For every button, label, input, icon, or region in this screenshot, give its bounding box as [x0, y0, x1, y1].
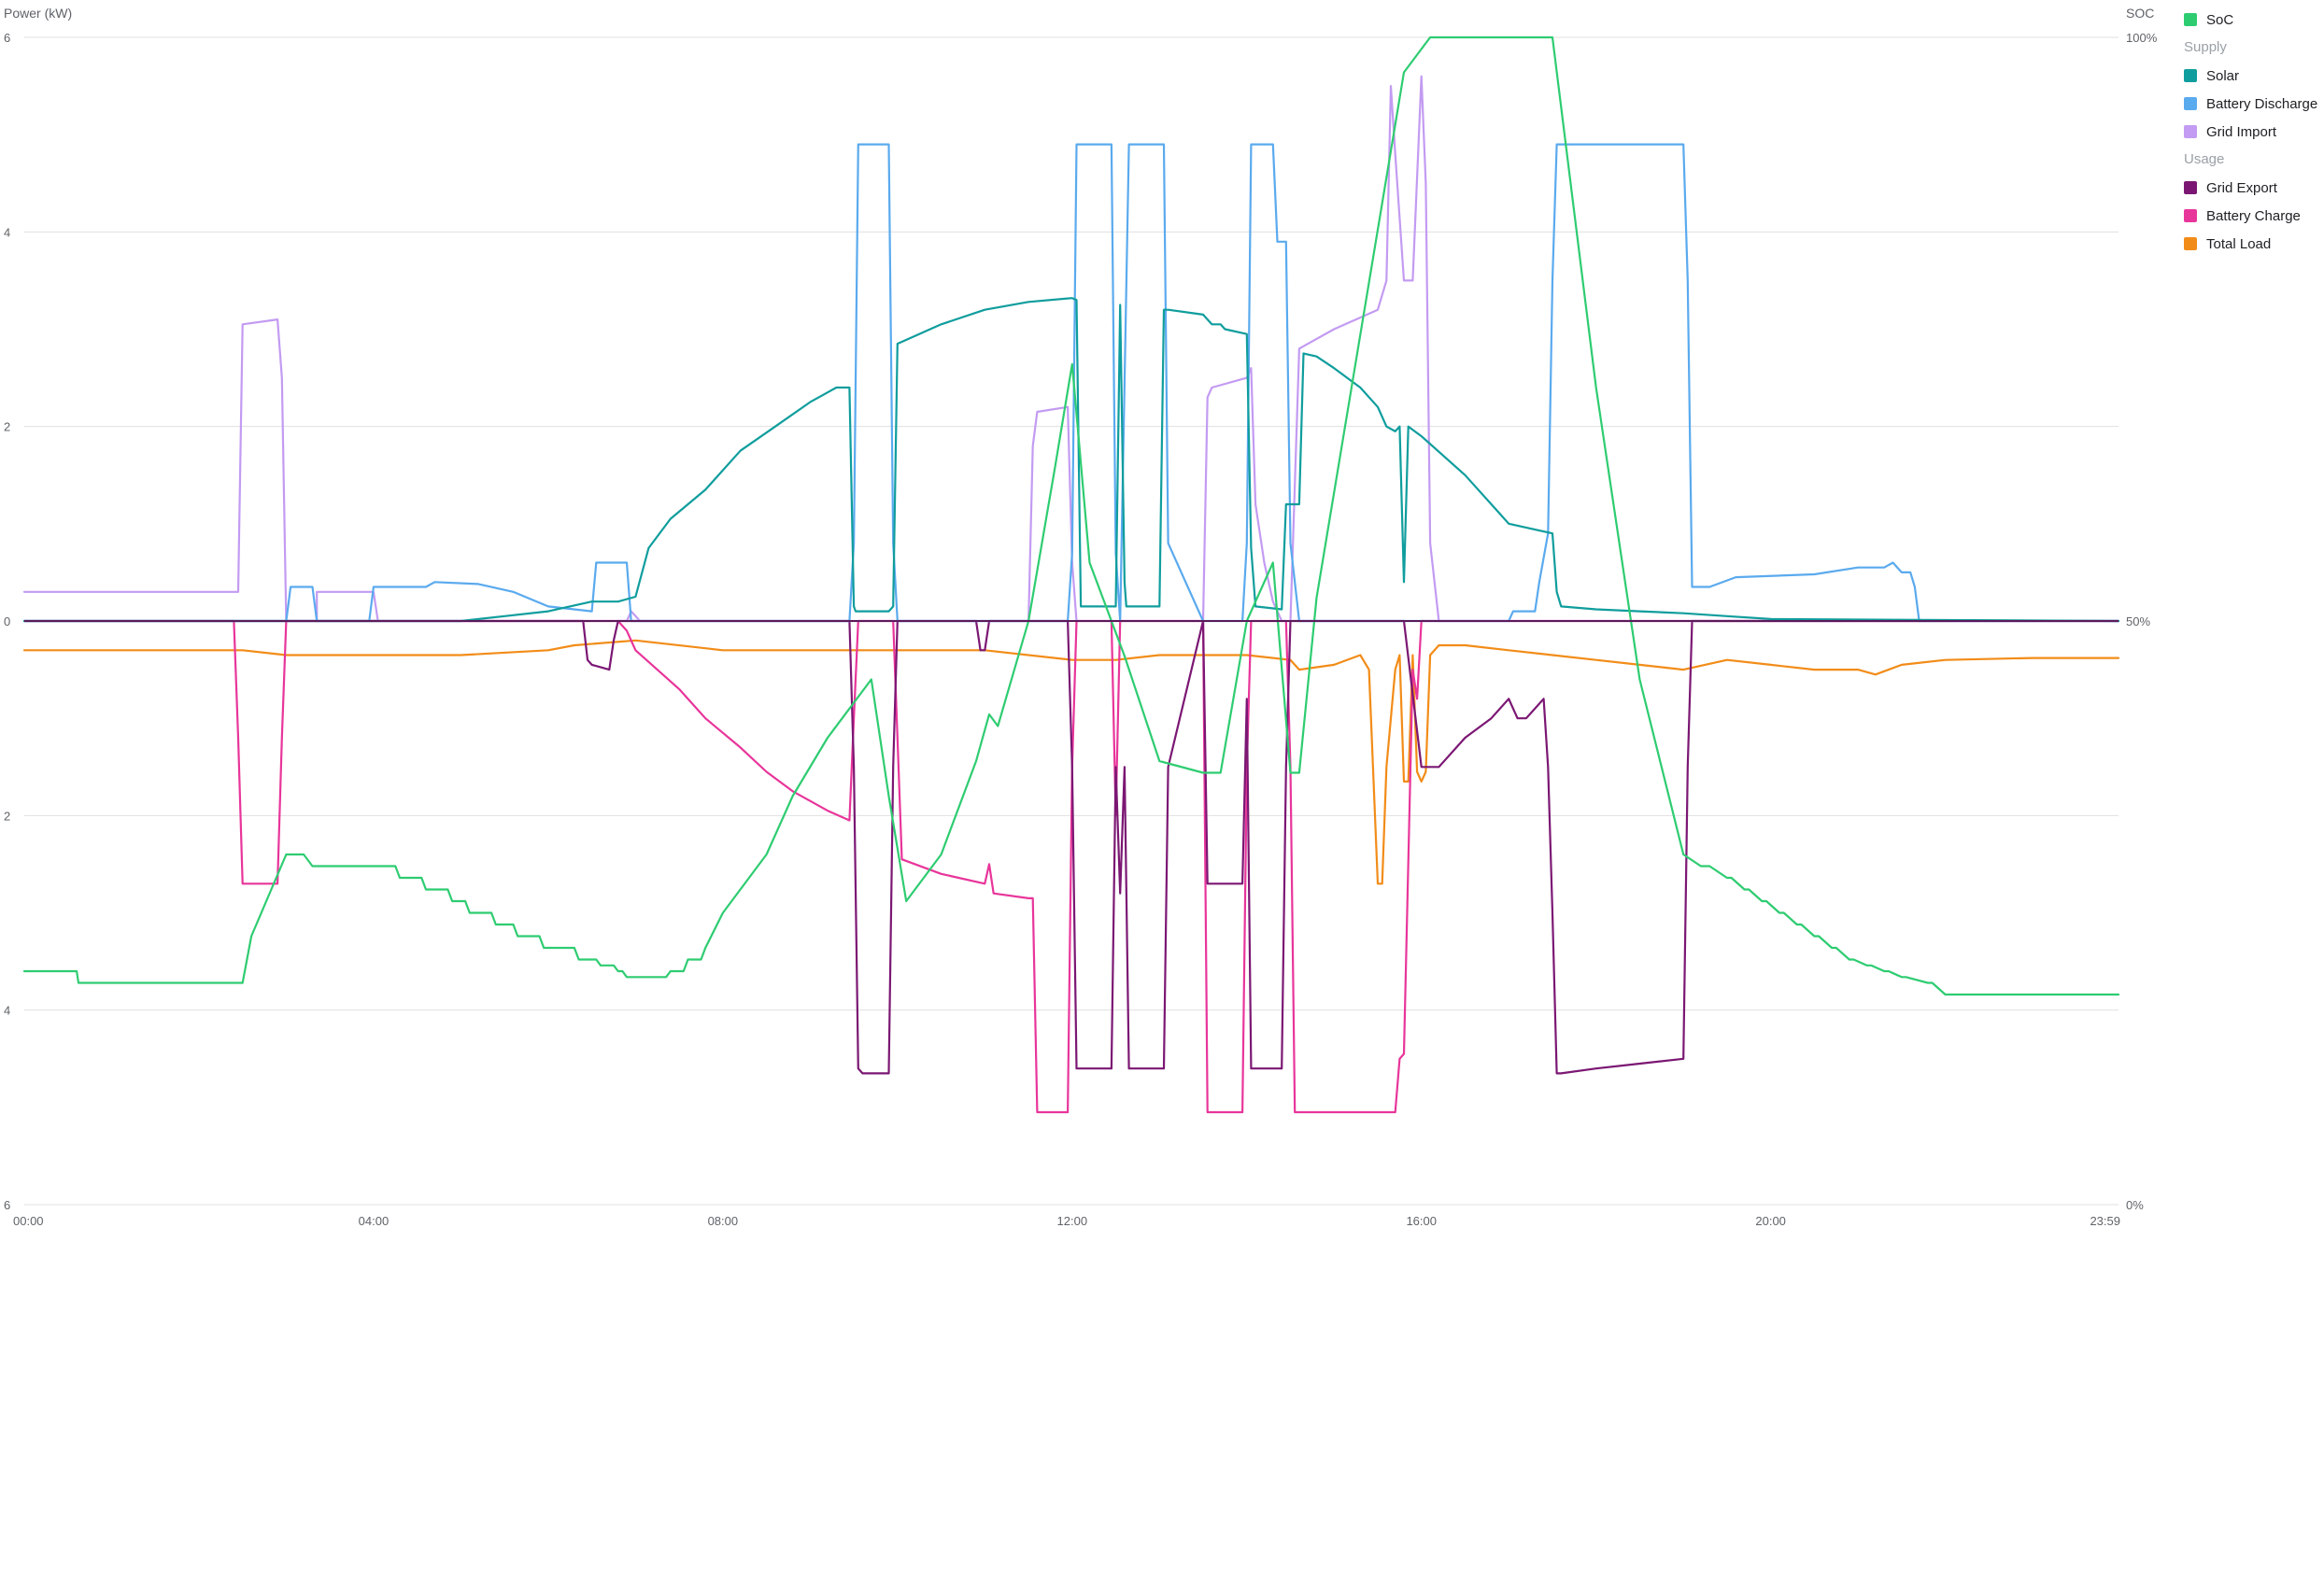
legend-item[interactable]: Battery Discharge: [2184, 90, 2324, 118]
legend-swatch: [2184, 69, 2197, 82]
left-tick-label: 6: [4, 31, 10, 45]
right-tick-label: 100%: [2126, 31, 2158, 45]
x-tick-label: 12:00: [1057, 1214, 1088, 1228]
legend-item[interactable]: Battery Charge: [2184, 202, 2324, 230]
x-tick-label: 04:00: [359, 1214, 390, 1228]
legend-label: Grid Export: [2206, 179, 2277, 196]
legend-label: Battery Charge: [2206, 207, 2301, 224]
chart-plot: Power (kW) SOC 6 4 2 0 2 4 6 100% 50% 0% 00:00 04:0…: [4, 6, 2158, 1228]
legend-item[interactable]: Solar: [2184, 62, 2324, 90]
legend-item[interactable]: Total Load: [2184, 230, 2324, 258]
legend-label: SoC: [2206, 11, 2234, 28]
legend-label: Battery Discharge: [2206, 95, 2318, 112]
left-tick-label: 4: [4, 1004, 10, 1018]
left-tick-label: 2: [4, 809, 10, 823]
x-tick-label: 08:00: [708, 1214, 739, 1228]
legend-group-label: Usage: [2184, 151, 2225, 167]
x-tick-label: 23:59: [2090, 1214, 2120, 1228]
series-line-battery-discharge: [22, 143, 2120, 623]
series-lines: [22, 35, 2120, 1114]
legend-group-label: Supply: [2184, 39, 2227, 55]
legend-swatch: [2184, 209, 2197, 222]
axes: Power (kW) SOC 6 4 2 0 2 4 6 100% 50% 0% 00:00 04:0…: [4, 6, 2158, 1228]
x-tick-label: 00:00: [13, 1214, 44, 1228]
left-tick-label: 2: [4, 420, 10, 434]
x-tick-label: 20:00: [1755, 1214, 1786, 1228]
legend-swatch: [2184, 13, 2197, 26]
right-tick-label: 50%: [2126, 614, 2150, 628]
left-tick-label: 6: [4, 1198, 10, 1212]
legend-item[interactable]: Grid Export: [2184, 174, 2324, 202]
right-tick-label: 0%: [2126, 1198, 2144, 1212]
legend-item[interactable]: Grid Import: [2184, 118, 2324, 146]
left-axis-title: Power (kW): [4, 6, 72, 21]
legend-swatch: [2184, 97, 2197, 110]
legend-label: Solar: [2206, 67, 2240, 84]
power-soc-chart: Power (kW) SOC 6 4 2 0 2 4 6 100% 50% 0% 00:00 04:0…: [0, 0, 2324, 1590]
legend: SoC Supply Solar Battery Discharge Grid Impo…: [2184, 6, 2324, 258]
legend-swatch: [2184, 181, 2197, 194]
left-tick-label: 0: [4, 614, 10, 628]
left-tick-label: 4: [4, 225, 10, 239]
legend-swatch: [2184, 237, 2197, 250]
legend-swatch: [2184, 125, 2197, 138]
legend-label: Total Load: [2206, 235, 2272, 252]
right-axis-title: SOC: [2126, 6, 2154, 21]
legend-label: Grid Import: [2206, 123, 2277, 140]
x-tick-label: 16:00: [1406, 1214, 1437, 1228]
legend-item[interactable]: SoC: [2184, 6, 2324, 34]
